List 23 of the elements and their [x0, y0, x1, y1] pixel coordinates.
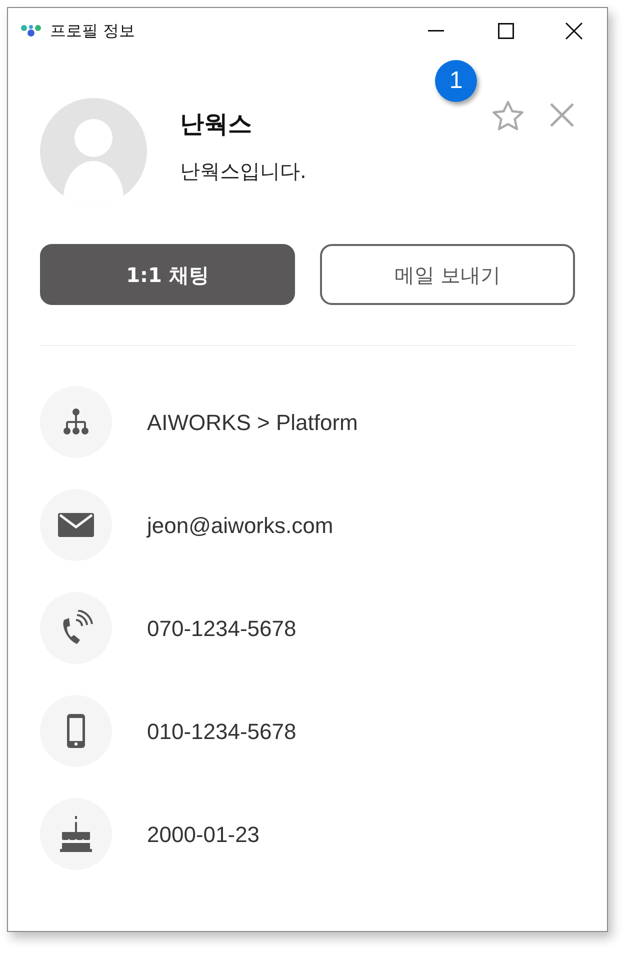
org-chart-icon — [62, 408, 90, 436]
close-icon — [565, 22, 583, 40]
mobile-phone-icon — [66, 713, 86, 749]
window-title: 프로필 정보 — [50, 20, 136, 42]
detail-text: 2000-01-23 — [147, 820, 260, 848]
close-icon — [549, 102, 575, 128]
profile-name: 난웍스 — [180, 109, 253, 140]
star-icon — [491, 100, 525, 132]
detail-text: jeon@aiworks.com — [147, 512, 334, 540]
minimize-icon — [428, 30, 444, 32]
detail-text: 010-1234-5678 — [147, 718, 296, 746]
maximize-icon — [498, 23, 514, 39]
chat-button[interactable]: 1:1 채팅 — [40, 244, 295, 305]
favorite-star-button[interactable] — [491, 100, 525, 132]
close-profile-button[interactable] — [549, 100, 575, 128]
cake-icon — [60, 816, 92, 852]
callout-badge: 1 — [435, 60, 477, 102]
detail-text: 070-1234-5678 — [147, 614, 296, 642]
detail-text: AIWORKS > Platform — [147, 408, 358, 436]
send-mail-button[interactable]: 메일 보내기 — [320, 244, 575, 305]
mail-icon — [58, 513, 94, 537]
status-message: 난웍스입니다. — [180, 158, 306, 185]
app-logo-icon — [20, 24, 42, 38]
